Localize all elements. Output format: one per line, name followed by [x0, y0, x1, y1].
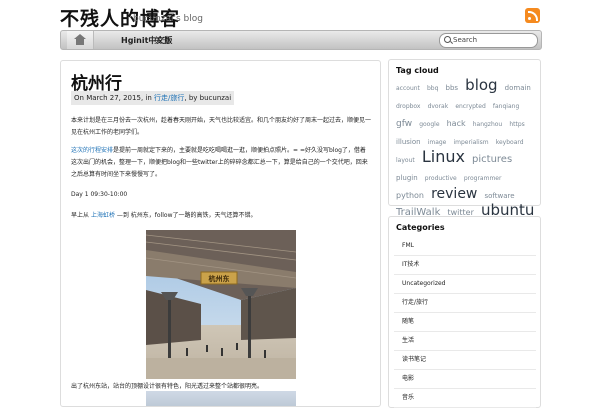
- tag-link[interactable]: https: [509, 121, 524, 128]
- tag-cloud-list: account bbq bbs blog domain dropbox dvor…: [396, 78, 538, 237]
- tag-link[interactable]: hack: [447, 119, 466, 128]
- tag-link[interactable]: imperialism: [453, 139, 488, 146]
- tag-link[interactable]: layout: [396, 157, 415, 164]
- category-item[interactable]: 读书笔记: [394, 351, 536, 370]
- tag-link[interactable]: keyboard: [496, 139, 524, 146]
- category-item[interactable]: IT技术: [394, 256, 536, 275]
- nav-item-about[interactable]: 关于: [154, 35, 170, 46]
- meta-by: , by: [184, 94, 198, 102]
- category-item[interactable]: 行走/旅行: [394, 294, 536, 313]
- category-item[interactable]: Uncategorized: [394, 275, 536, 294]
- post-paragraph-2-text: 是提前一周就定下来的，主要就是吃吃喝喝逛一逛，顺便拍点照片。= =好久没写blo…: [71, 147, 368, 178]
- home-icon[interactable]: [67, 31, 94, 49]
- post-photo-2[interactable]: [146, 391, 296, 406]
- tag-link[interactable]: python: [396, 191, 424, 200]
- tag-link[interactable]: image: [428, 139, 447, 146]
- tag-cloud-widget: Tag cloud account bbq bbs blog domain dr…: [388, 59, 541, 235]
- tag-link[interactable]: programmer: [464, 175, 502, 182]
- day-heading: Day 1 09:30-10:00: [71, 191, 128, 198]
- post-date: March 27, 2015: [86, 94, 141, 102]
- post-paragraph-2: 这次的行程安排是提前一周就定下来的，主要就是吃吃喝喝逛一逛，顺便拍点照片。= =…: [71, 145, 371, 181]
- tag-link[interactable]: blog: [465, 76, 497, 94]
- tag-link[interactable]: dvorak: [428, 103, 449, 110]
- post-paragraph-3: 早上从 上海虹桥 —到 杭州东，follow了一路的高铁，天气还算不错。: [71, 210, 256, 219]
- search-icon: [444, 36, 451, 43]
- category-item[interactable]: 电影: [394, 370, 536, 389]
- tag-cloud-title: Tag cloud: [396, 66, 439, 75]
- itinerary-link[interactable]: 这次的行程安排: [71, 147, 113, 154]
- tag-link[interactable]: pictures: [472, 154, 512, 165]
- station-link[interactable]: 上海虹桥: [91, 212, 115, 219]
- post-meta: On March 27, 2015, in 行走/旅行, by bucunzai: [71, 91, 235, 105]
- tag-link[interactable]: plugin: [396, 174, 418, 182]
- tag-link[interactable]: domain: [505, 84, 531, 92]
- category-item[interactable]: 音乐: [394, 389, 536, 408]
- photo-caption: 出了杭州东站，站台的顶棚设计很有特色，阳光透过来整个站都很明亮。: [71, 383, 264, 390]
- tag-link[interactable]: google: [419, 121, 439, 128]
- rss-icon[interactable]: [525, 8, 540, 23]
- tag-link[interactable]: gfw: [396, 119, 412, 129]
- categories-list: FML IT技术 Uncategorized 行走/旅行 随笔 生活 读书笔记 电影 音乐: [394, 237, 536, 408]
- post-author: bucunzai: [199, 94, 232, 102]
- tag-link[interactable]: dropbox: [396, 103, 420, 110]
- category-item[interactable]: 随笔: [394, 313, 536, 332]
- tag-link[interactable]: bbs: [446, 84, 459, 92]
- site-header: 不残人的博客 bucunzai's blog: [0, 0, 600, 30]
- categories-widget: Categories FML IT技术 Uncategorized 行走/旅行 随笔 生活…: [388, 216, 541, 408]
- search-box: [439, 33, 538, 48]
- tag-link[interactable]: software: [484, 192, 514, 200]
- post-category-link[interactable]: 行走/旅行: [154, 94, 184, 102]
- photo-sign: 杭州东: [209, 274, 230, 283]
- meta-in: , in: [140, 94, 152, 102]
- category-item[interactable]: 生活: [394, 332, 536, 351]
- tag-link[interactable]: Linux: [422, 147, 465, 166]
- categories-title: Categories: [396, 223, 445, 232]
- category-item[interactable]: FML: [394, 237, 536, 256]
- p3-prefix: 早上从: [71, 212, 90, 219]
- p3-suffix: —到 杭州东，follow了一路的高铁，天气还算不错。: [116, 212, 257, 219]
- post-photo[interactable]: 杭州东: [146, 230, 296, 379]
- tag-link[interactable]: bbq: [427, 85, 438, 92]
- site-description: bucunzai's blog: [133, 14, 203, 24]
- post-paragraph-1: 本来计划是在三月份去一次杭州，趁着春天刚开始，天气也比较适宜。和几个朋友约好了周…: [71, 117, 372, 136]
- tag-link[interactable]: fanqiang: [493, 103, 519, 110]
- tag-link[interactable]: encrypted: [455, 103, 485, 110]
- post-container: 杭州行 On March 27, 2015, in 行走/旅行, by bucu…: [60, 60, 381, 407]
- tag-link[interactable]: account: [396, 85, 420, 92]
- tag-link[interactable]: hangzhou: [473, 121, 503, 128]
- tag-link[interactable]: illusion: [396, 138, 421, 146]
- tag-link[interactable]: review: [431, 186, 477, 202]
- meta-prefix: On: [74, 94, 84, 102]
- main-navigation: Hginit中文版 关于: [60, 30, 542, 50]
- search-input[interactable]: [453, 35, 533, 45]
- tag-link[interactable]: productive: [425, 175, 457, 182]
